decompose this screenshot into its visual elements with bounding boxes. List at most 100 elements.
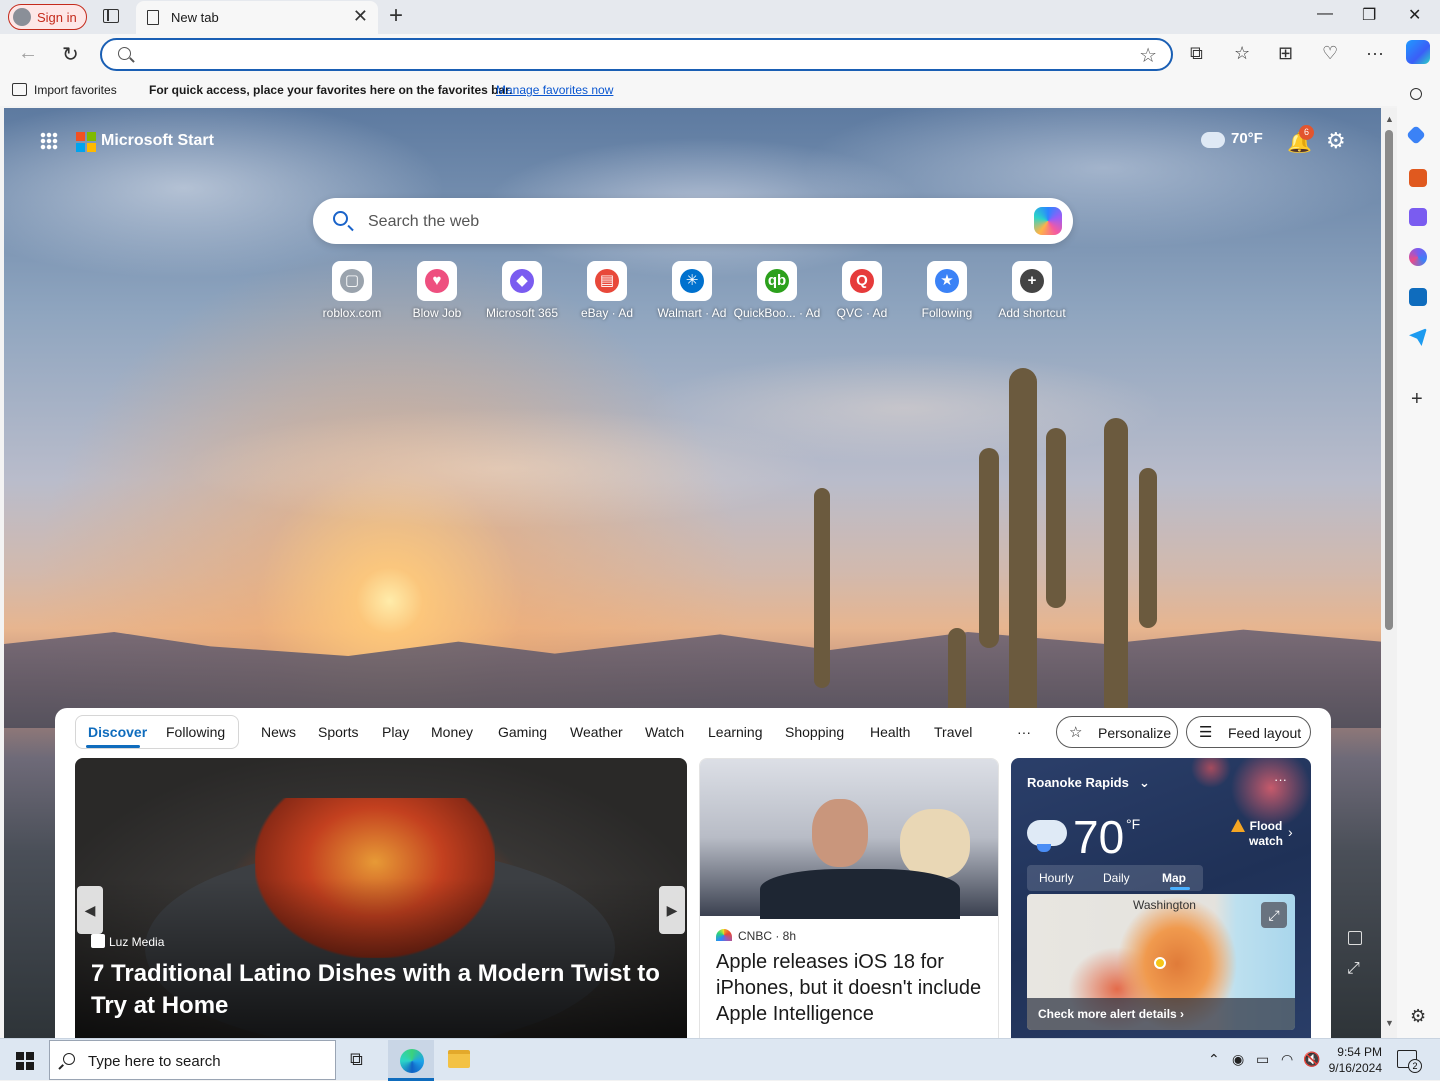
shortcut-tile[interactable]: + Add shortcut — [987, 261, 1077, 320]
feed-tab-play[interactable]: Play — [382, 724, 409, 740]
web-search-input[interactable]: Search the web — [368, 213, 479, 231]
feed-tab-watch[interactable]: Watch — [645, 724, 684, 740]
tray-network-icon[interactable]: ◠ — [1281, 1051, 1293, 1068]
tray-overflow-icon[interactable]: ⌃ — [1208, 1051, 1220, 1068]
weather-card[interactable]: Roanoke Rapids ⌄ ··· 70 °F Flood watch ›… — [1011, 758, 1311, 1038]
notification-center-icon[interactable]: 2 — [1397, 1050, 1422, 1073]
article-image — [700, 759, 998, 919]
weather-city[interactable]: Roanoke Rapids — [1027, 775, 1129, 790]
sidebar-search-icon[interactable] — [1410, 88, 1422, 100]
header-weather-temp[interactable]: 70°F — [1231, 130, 1263, 147]
hero-article-card[interactable]: Luz Media 7 Traditional Latino Dishes wi… — [75, 758, 687, 1038]
back-icon[interactable]: ← — [18, 42, 38, 65]
sidebar-tools-icon[interactable] — [1409, 169, 1427, 187]
brand-title[interactable]: Microsoft Start — [101, 132, 214, 150]
shortcut-tile[interactable]: ▢ roblox.com — [307, 261, 397, 320]
task-view-icon[interactable]: ⧉ — [350, 1049, 363, 1070]
shortcut-tile[interactable]: ★ Following — [902, 261, 992, 320]
expand-map-icon[interactable]: ⤢ — [1261, 902, 1287, 928]
feed-more-icon[interactable]: ··· — [1017, 724, 1031, 740]
scroll-thumb[interactable] — [1385, 130, 1393, 630]
sign-in-button[interactable]: Sign in — [8, 4, 87, 30]
close-button[interactable]: ✕ — [1408, 5, 1421, 25]
sidebar-outlook-icon[interactable] — [1409, 288, 1427, 306]
feed-tab-gaming[interactable]: Gaming — [498, 724, 547, 740]
feed-tab-discover[interactable]: Discover — [88, 724, 147, 740]
alert-details-bar[interactable]: Check more alert details › — [1027, 998, 1295, 1030]
taskbar-search-input[interactable]: Type here to search — [88, 1053, 221, 1070]
feed-tab-shopping[interactable]: Shopping — [785, 724, 844, 740]
sidebar-shopping-icon[interactable] — [1406, 125, 1426, 145]
file-explorer-icon[interactable] — [448, 1050, 470, 1068]
personalize-button[interactable]: ☆ Personalize — [1056, 716, 1178, 748]
alert-chevron-icon[interactable]: › — [1288, 824, 1293, 840]
weather-more-icon[interactable]: ··· — [1274, 772, 1287, 787]
import-favorites-button[interactable]: Import favorites — [34, 83, 117, 97]
scroll-down-icon[interactable]: ▼ — [1385, 1018, 1394, 1028]
feed-tab-money[interactable]: Money — [431, 724, 473, 740]
feed-tab-learning[interactable]: Learning — [708, 724, 763, 740]
shortcut-tile[interactable]: qb QuickBoo... · Ad — [732, 261, 822, 320]
apps-launcher-icon[interactable] — [40, 132, 58, 150]
weather-map[interactable]: Washington ⤢ Check more alert details › — [1027, 894, 1295, 1030]
feed-tab-weather[interactable]: Weather — [570, 724, 623, 740]
favorite-star-icon[interactable]: ☆ — [1139, 43, 1157, 68]
copilot-search-icon[interactable] — [1034, 207, 1062, 235]
carousel-next-icon[interactable]: ▶ — [659, 886, 685, 934]
feed-tab-travel[interactable]: Travel — [934, 724, 972, 740]
tray-volume-icon[interactable]: 🔇 — [1303, 1051, 1320, 1068]
article-card[interactable]: CNBC · 8h Apple releases iOS 18 for iPho… — [699, 758, 999, 1038]
minimize-button[interactable]: — — [1317, 5, 1333, 23]
page-scrollbar[interactable]: ▲ ▼ — [1381, 108, 1397, 1038]
tab-close-icon[interactable]: ✕ — [353, 6, 368, 27]
shortcut-tile[interactable]: ✳ Walmart · Ad — [647, 261, 737, 320]
weather-tab-hourly[interactable]: Hourly — [1039, 871, 1074, 885]
more-icon[interactable]: ··· — [1366, 43, 1384, 64]
scroll-up-icon[interactable]: ▲ — [1385, 114, 1394, 124]
address-bar[interactable]: ☆ — [100, 38, 1173, 71]
sidebar-add-icon[interactable]: + — [1411, 388, 1423, 411]
sidebar-m365-icon[interactable] — [1409, 248, 1427, 266]
taskbar-clock[interactable]: 9:54 PM 9/16/2024 — [1326, 1044, 1382, 1076]
city-chevron-icon[interactable]: ⌄ — [1139, 775, 1150, 791]
web-search-box[interactable]: Search the web — [313, 198, 1073, 244]
taskbar-edge-app[interactable] — [388, 1040, 434, 1081]
shortcut-tile[interactable]: ▤ eBay · Ad — [562, 261, 652, 320]
shortcut-tile[interactable]: ◆ Microsoft 365 — [477, 261, 567, 320]
carousel-prev-icon[interactable]: ◀ — [77, 886, 103, 934]
shortcut-tile[interactable]: Q QVC · Ad — [817, 261, 907, 320]
windows-start-icon[interactable] — [16, 1052, 34, 1070]
split-screen-icon[interactable]: ⧉ — [1190, 43, 1203, 64]
new-tab-button[interactable]: + — [389, 2, 411, 30]
tray-meet-icon[interactable]: ◉ — [1232, 1051, 1244, 1068]
feed-tab-following[interactable]: Following — [166, 724, 225, 740]
article-title[interactable]: Apple releases iOS 18 for iPhones, but i… — [716, 949, 986, 1027]
page-settings-icon[interactable]: ⚙ — [1326, 128, 1346, 154]
background-info-icon[interactable] — [1348, 931, 1362, 945]
shortcut-tile[interactable]: ♥ Blow Job — [392, 261, 482, 320]
sidebar-games-icon[interactable] — [1409, 208, 1427, 226]
feed-tab-news[interactable]: News — [261, 724, 296, 740]
feed-layout-button[interactable]: ☰ Feed layout — [1186, 716, 1311, 748]
manage-favorites-link[interactable]: Manage favorites now — [496, 83, 613, 97]
weather-tab-map[interactable]: Map — [1162, 871, 1186, 885]
restore-button[interactable]: ❐ — [1362, 5, 1376, 25]
favorites-icon[interactable]: ☆ — [1234, 43, 1250, 64]
sidebar-settings-icon[interactable]: ⚙ — [1410, 1006, 1426, 1027]
refresh-icon[interactable]: ↻ — [62, 42, 79, 67]
performance-icon[interactable]: ♡ — [1322, 43, 1338, 64]
flood-watch-alert[interactable]: Flood watch — [1247, 819, 1285, 849]
collections-icon[interactable]: ⊞ — [1278, 43, 1293, 64]
hero-title[interactable]: 7 Traditional Latino Dishes with a Moder… — [91, 958, 671, 1022]
feed-tab-sports[interactable]: Sports — [318, 724, 358, 740]
tab-new-tab[interactable]: New tab ✕ — [136, 1, 378, 34]
sidebar-send-icon[interactable] — [1409, 328, 1427, 346]
taskbar-search[interactable]: Type here to search — [49, 1040, 336, 1080]
alert-details-link[interactable]: Check more alert details › — [1038, 1007, 1184, 1021]
weather-tab-daily[interactable]: Daily — [1103, 871, 1130, 885]
tray-battery-icon[interactable]: ▭ — [1256, 1051, 1269, 1068]
feed-tab-health[interactable]: Health — [870, 724, 910, 740]
tab-actions-icon[interactable] — [103, 9, 119, 23]
expand-view-icon[interactable]: ⤢ — [1347, 960, 1360, 978]
copilot-icon[interactable] — [1406, 40, 1430, 64]
